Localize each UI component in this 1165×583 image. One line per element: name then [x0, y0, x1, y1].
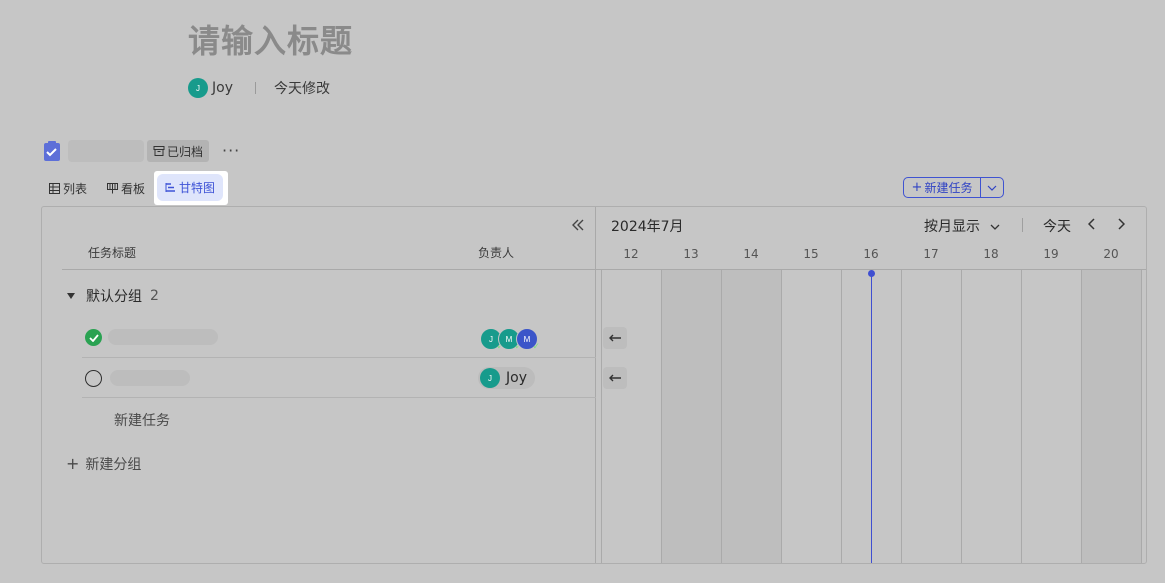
weekend-column	[662, 269, 722, 563]
gantt-icon	[165, 183, 175, 192]
arrow-left-icon	[609, 374, 621, 382]
tab-gantt[interactable]: 甘特图	[157, 174, 223, 201]
grid-line	[841, 269, 842, 563]
task-checkbox[interactable]	[85, 370, 102, 387]
assignee-group[interactable]: J✓ M✓ M✓	[480, 328, 540, 351]
current-month: 2024年7月	[611, 219, 684, 235]
add-group-label: 新建分组	[85, 457, 142, 473]
table-header-line	[62, 269, 596, 270]
panel-divider[interactable]	[595, 207, 596, 563]
archived-badge: 已归档	[147, 140, 210, 162]
more-button[interactable]: ···	[222, 141, 240, 160]
weekend-column	[722, 269, 782, 563]
day-label: 12	[623, 247, 639, 261]
board-icon	[107, 182, 118, 193]
row-divider	[82, 357, 596, 358]
divider	[1022, 218, 1023, 232]
doc-meta: J Joy 今天修改	[188, 78, 330, 98]
collapse-panel-button[interactable]	[571, 216, 585, 235]
today-marker	[868, 270, 875, 277]
grid-line	[1081, 269, 1082, 563]
new-task-button[interactable]: + 新建任务	[904, 178, 981, 197]
group-header[interactable]: 默认分组 2	[66, 286, 159, 306]
day-label: 20	[1103, 247, 1119, 261]
task-title[interactable]	[108, 329, 218, 345]
column-header-assignee: 负责人	[478, 246, 515, 260]
avatar: J	[480, 368, 500, 388]
plus-icon: +	[66, 454, 80, 473]
chevron-right-icon	[1118, 218, 1126, 230]
arrow-left-icon	[609, 334, 621, 342]
today-line	[871, 273, 872, 563]
row-divider	[82, 397, 596, 398]
grid-line	[661, 269, 662, 563]
avatar: M✓	[516, 328, 540, 351]
double-chevron-left-icon	[572, 219, 584, 231]
task-list-icon	[43, 141, 61, 161]
scroll-to-task-button[interactable]	[603, 327, 627, 349]
today-button[interactable]: 今天	[1043, 216, 1071, 236]
page-title[interactable]: 请输入标题	[188, 16, 353, 62]
group-name: 默认分组	[86, 289, 142, 305]
view-mode-label: 按月显示	[924, 219, 980, 235]
author-name[interactable]: Joy	[212, 80, 233, 96]
modified-time: 今天修改	[273, 81, 330, 97]
check-icon	[88, 333, 99, 342]
add-task-button[interactable]: 新建任务	[114, 410, 170, 430]
next-button[interactable]	[1117, 215, 1126, 234]
day-label: 13	[683, 247, 699, 261]
add-group-button[interactable]: + 新建分组	[66, 454, 141, 474]
day-label: 15	[803, 247, 819, 261]
day-label: 19	[1043, 247, 1059, 261]
weekend-column	[1082, 269, 1142, 563]
task-title[interactable]	[110, 370, 190, 386]
chevron-left-icon	[1087, 218, 1095, 230]
tab-list[interactable]: 列表	[49, 178, 87, 198]
tab-gantt-label: 甘特图	[178, 181, 215, 195]
grid-line	[961, 269, 962, 563]
caret-down-icon[interactable]	[66, 292, 76, 300]
day-label: 16	[863, 247, 879, 261]
grid-line	[1021, 269, 1022, 563]
divider	[254, 82, 256, 94]
grid-line	[601, 269, 602, 563]
task-complete-checkbox[interactable]	[85, 329, 102, 346]
table-icon	[49, 182, 60, 194]
grid-line	[781, 269, 782, 563]
new-task-label: 新建任务	[924, 181, 973, 195]
new-task-dropdown[interactable]	[981, 178, 1003, 197]
archived-label: 已归档	[167, 144, 204, 159]
chevron-down-icon	[990, 224, 1000, 230]
assignee-chip[interactable]: J Joy	[478, 367, 535, 389]
chevron-down-icon	[987, 185, 997, 191]
tab-board-label: 看板	[121, 181, 146, 196]
day-label: 14	[743, 247, 759, 261]
view-mode-select[interactable]: 按月显示	[924, 216, 1000, 236]
grid-line	[901, 269, 902, 563]
group-count: 2	[150, 288, 159, 304]
grid-line	[1141, 269, 1142, 563]
day-label: 17	[923, 247, 939, 261]
day-label: 18	[983, 247, 999, 261]
plus-icon: +	[911, 180, 923, 195]
new-task-split-button: + 新建任务	[903, 177, 1004, 198]
assignee-name: Joy	[506, 370, 527, 386]
grid-line	[721, 269, 722, 563]
tab-list-label: 列表	[63, 181, 88, 196]
prev-button[interactable]	[1087, 215, 1096, 234]
archive-icon	[153, 146, 165, 156]
tab-board[interactable]: 看板	[107, 178, 145, 198]
avatar[interactable]: J	[188, 78, 208, 98]
column-header-title: 任务标题	[88, 246, 137, 260]
project-name[interactable]	[68, 140, 144, 162]
scroll-to-task-button[interactable]	[603, 367, 627, 389]
